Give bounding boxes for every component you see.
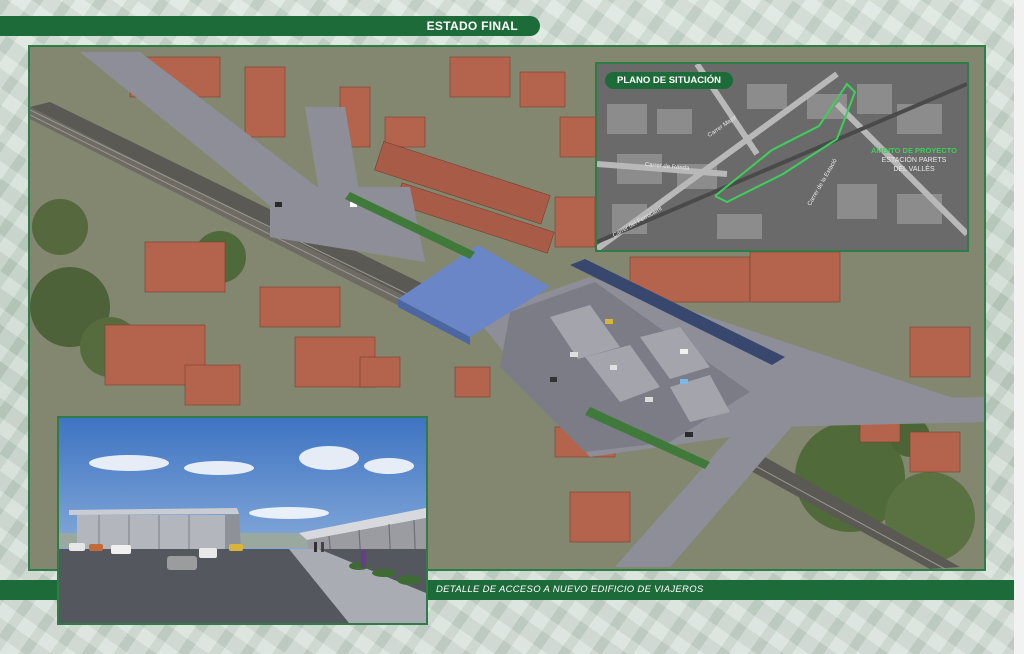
station-access-render <box>57 416 428 625</box>
project-area-subtitle-line1: ESTACIÓN PARETS <box>881 157 947 164</box>
page-title: ESTADO FINAL <box>426 19 518 33</box>
project-area-subtitle-line2: DEL VALLÈS <box>893 166 935 173</box>
project-area-title: ÁMBITO DE PROYECTO <box>871 146 957 155</box>
title-banner: ESTADO FINAL <box>0 16 540 36</box>
station-access-drawing <box>59 418 426 623</box>
detail-caption: DETALLE DE ACCESO A NUEVO EDIFICIO DE VI… <box>436 584 704 595</box>
location-plan-label: PLANO DE SITUACIÓN <box>605 72 733 89</box>
page-edge <box>1014 0 1024 654</box>
location-plan-inset: PLANO DE SITUACIÓN ÁMBITO DE PROYECTO ES… <box>595 62 969 252</box>
project-area-subtitle: ESTACIÓN PARETS DEL VALLÈS <box>869 156 959 174</box>
